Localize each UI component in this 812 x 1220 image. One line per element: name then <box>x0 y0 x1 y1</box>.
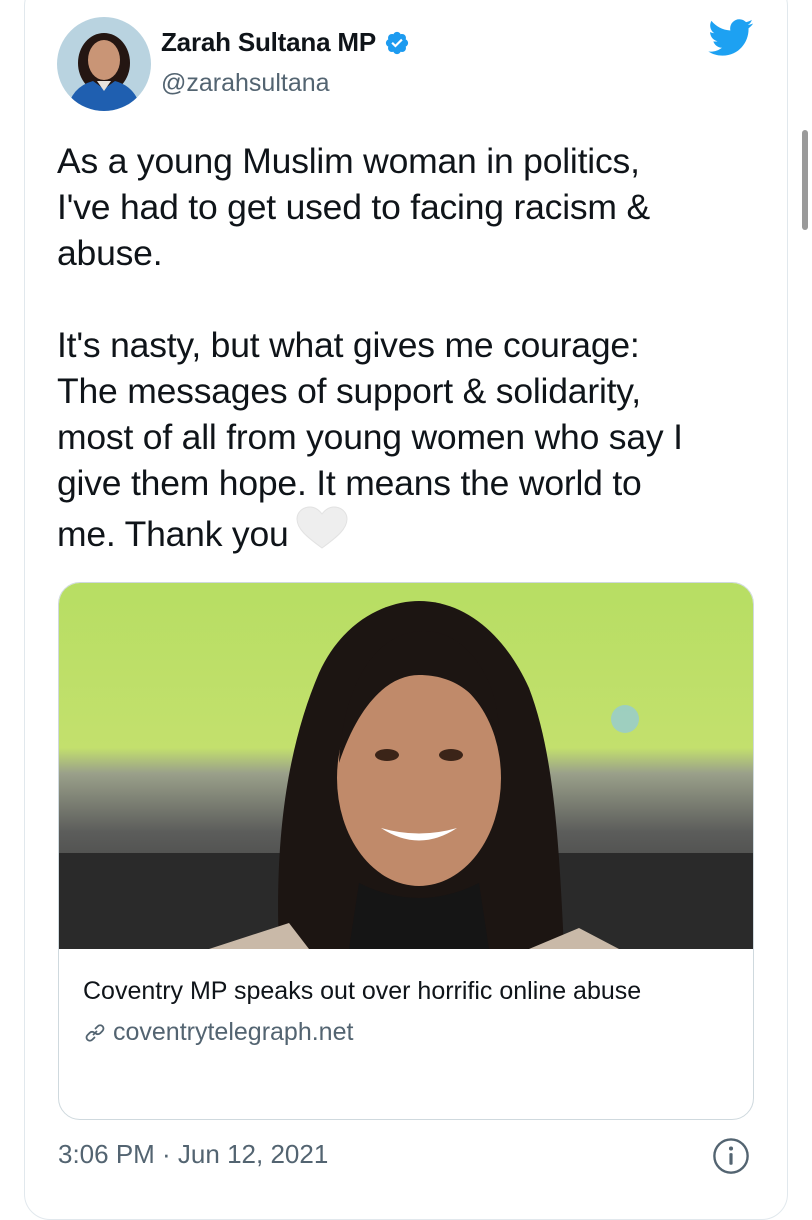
verified-badge-icon <box>385 31 409 54</box>
link-card[interactable]: Coventry MP speaks out over horrific onl… <box>58 582 754 1120</box>
link-title[interactable]: Coventry MP speaks out over horrific onl… <box>83 973 733 1010</box>
avatar[interactable] <box>57 17 151 111</box>
article-photo[interactable] <box>59 583 754 949</box>
link-meta[interactable]: Coventry MP speaks out over horrific onl… <box>83 973 733 1047</box>
twitter-bird-icon[interactable] <box>708 19 754 57</box>
link-domain-row[interactable]: coventrytelegraph.net <box>83 1018 733 1047</box>
link-icon <box>85 1023 105 1042</box>
tweet-timestamp[interactable]: 3:06 PM · Jun 12, 2021 <box>58 1139 328 1170</box>
tweet-paragraph-2: It's nasty, but what gives me courage: T… <box>57 325 683 554</box>
white-heart-icon <box>295 506 349 561</box>
author-row[interactable]: Zarah Sultana MP <box>161 27 410 58</box>
tweet-paragraph-1: As a young Muslim woman in politics, I'v… <box>57 141 650 273</box>
scrollbar[interactable] <box>802 130 808 230</box>
author-handle[interactable]: @zarahsultana <box>161 69 330 98</box>
author-name[interactable]: Zarah Sultana MP <box>161 27 376 58</box>
tweet-text: As a young Muslim woman in politics, I'v… <box>57 138 757 561</box>
link-domain[interactable]: coventrytelegraph.net <box>113 1018 353 1047</box>
info-icon[interactable] <box>712 1137 750 1175</box>
